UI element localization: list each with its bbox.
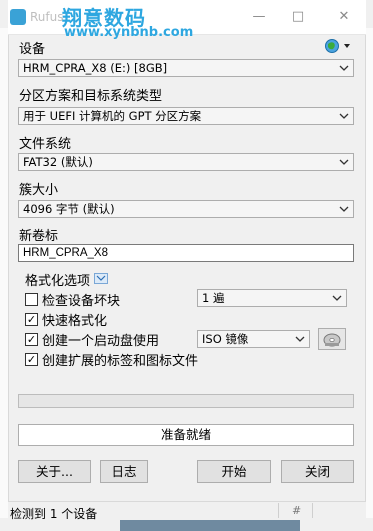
quick-format-label: 快速格式化 [42, 314, 108, 329]
disc-drive-icon [323, 333, 341, 347]
language-globe-icon[interactable] [324, 38, 352, 54]
window-title: Rufus [30, 10, 64, 24]
background-taskbar-strip [120, 519, 300, 531]
status-bar-text: 检测到 1 个设备 [10, 507, 98, 521]
partition-select-value: 用于 UEFI 计算机的 GPT 分区方案 [23, 109, 202, 123]
format-options-legend: 格式化选项 [25, 274, 91, 289]
chevron-down-icon [339, 113, 349, 119]
filesystem-label: 文件系统 [19, 137, 72, 152]
extended-label-checkbox[interactable]: ✓ [25, 353, 38, 366]
close-window-icon[interactable]: ✕ [335, 8, 353, 26]
chevron-down-icon [332, 295, 342, 301]
volume-label: 新卷标 [19, 229, 59, 244]
bootable-label: 创建一个启动盘使用 [42, 334, 160, 349]
cluster-label: 簇大小 [19, 183, 59, 198]
filesystem-select[interactable]: FAT32 (默认) [18, 153, 354, 171]
minimize-icon[interactable]: — [250, 8, 268, 26]
chevron-down-icon [339, 206, 349, 212]
extended-label-text: 创建扩展的标签和图标文件 [42, 354, 199, 369]
device-label: 设备 [19, 42, 46, 57]
chevron-down-icon [339, 159, 349, 165]
boot-type-select-value: ISO 镜像 [202, 332, 249, 346]
partition-select[interactable]: 用于 UEFI 计算机的 GPT 分区方案 [18, 107, 354, 125]
passes-select[interactable]: 1 遍 [197, 289, 347, 307]
select-iso-button[interactable] [318, 328, 346, 350]
status-bar-divider [278, 503, 279, 518]
status-box: 准备就绪 [18, 424, 354, 446]
boot-type-select[interactable]: ISO 镜像 [197, 330, 310, 348]
partition-label: 分区方案和目标系统类型 [19, 89, 163, 104]
progress-bar [18, 394, 354, 408]
chevron-down-icon [339, 65, 349, 71]
maximize-icon[interactable]: □ [289, 8, 307, 26]
expand-options-icon[interactable] [94, 273, 108, 284]
hash-indicator: # [292, 504, 302, 517]
device-select[interactable]: HRM_CPRA_X8 (E:) [8GB] [18, 59, 354, 77]
quick-format-checkbox[interactable]: ✓ [25, 313, 38, 326]
background-window-left [0, 28, 9, 518]
chevron-down-icon [295, 336, 305, 342]
status-bar-divider [312, 503, 313, 518]
check-bad-blocks-checkbox[interactable] [25, 293, 38, 306]
cluster-select[interactable]: 4096 字节 (默认) [18, 200, 354, 218]
volume-label-input[interactable] [18, 244, 354, 262]
start-button[interactable]: 开始 [197, 460, 271, 483]
background-window-right [365, 28, 373, 518]
about-button[interactable]: 关于... [18, 460, 91, 483]
check-bad-blocks-label: 检查设备坏块 [42, 294, 121, 309]
filesystem-select-value: FAT32 (默认) [23, 155, 93, 169]
passes-select-value: 1 遍 [202, 291, 225, 305]
device-select-value: HRM_CPRA_X8 (E:) [8GB] [23, 61, 168, 75]
close-button[interactable]: 关闭 [281, 460, 354, 483]
log-button[interactable]: 日志 [100, 460, 148, 483]
bootable-checkbox[interactable]: ✓ [25, 333, 38, 346]
watermark-url: www.xynbnb.com [64, 25, 194, 40]
cluster-select-value: 4096 字节 (默认) [23, 202, 115, 216]
rufus-app-icon [10, 9, 26, 25]
